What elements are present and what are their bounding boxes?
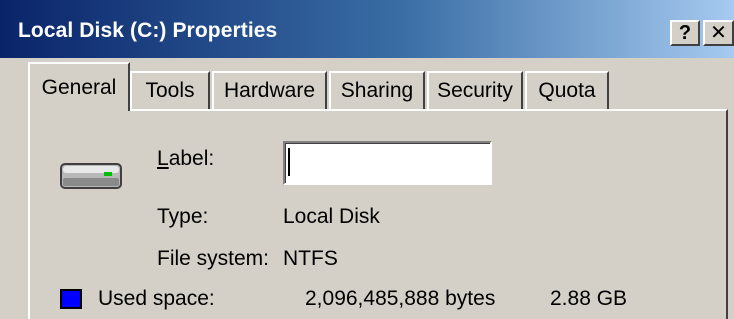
tab-quota[interactable]: Quota <box>525 71 609 111</box>
type-value: Local Disk <box>283 205 380 228</box>
tab-security[interactable]: Security <box>427 71 523 111</box>
tab-hardware[interactable]: Hardware <box>212 71 327 111</box>
close-button[interactable]: ✕ <box>703 20 734 46</box>
label-field-label: Label: <box>157 147 215 170</box>
used-space-bytes: 2,096,485,888 bytes <box>305 287 496 310</box>
title-bar[interactable]: Local Disk (C:) Properties ? ✕ <box>0 0 734 58</box>
tab-label: General <box>41 76 117 99</box>
help-icon: ? <box>678 22 692 44</box>
used-space-swatch <box>60 289 82 309</box>
tab-tools[interactable]: Tools <box>130 71 210 111</box>
file-system-label: File system: <box>157 247 270 270</box>
text-caret <box>288 148 290 176</box>
tab-label: Tools <box>145 79 195 102</box>
dialog-body: General Tools Hardware Sharing Security … <box>0 58 734 319</box>
used-space-size: 2.88 GB <box>550 287 628 310</box>
help-button[interactable]: ? <box>670 20 700 46</box>
file-system-value: NTFS <box>283 247 338 270</box>
tab-label: Hardware <box>223 79 316 102</box>
tab-label: Quota <box>538 79 596 102</box>
close-icon: ✕ <box>710 22 727 44</box>
window-title: Local Disk (C:) Properties <box>18 19 278 42</box>
label-input[interactable] <box>283 141 492 185</box>
tab-sharing[interactable]: Sharing <box>329 71 425 111</box>
hard-drive-icon <box>60 163 122 189</box>
type-label: Type: <box>157 205 209 228</box>
tab-label: Sharing <box>340 79 414 102</box>
general-tab-panel: Label: Type: Local Disk File system: NTF… <box>28 109 728 319</box>
tab-label: Security <box>437 79 513 102</box>
tab-general[interactable]: General <box>28 62 130 111</box>
used-space-label: Used space: <box>98 287 215 310</box>
